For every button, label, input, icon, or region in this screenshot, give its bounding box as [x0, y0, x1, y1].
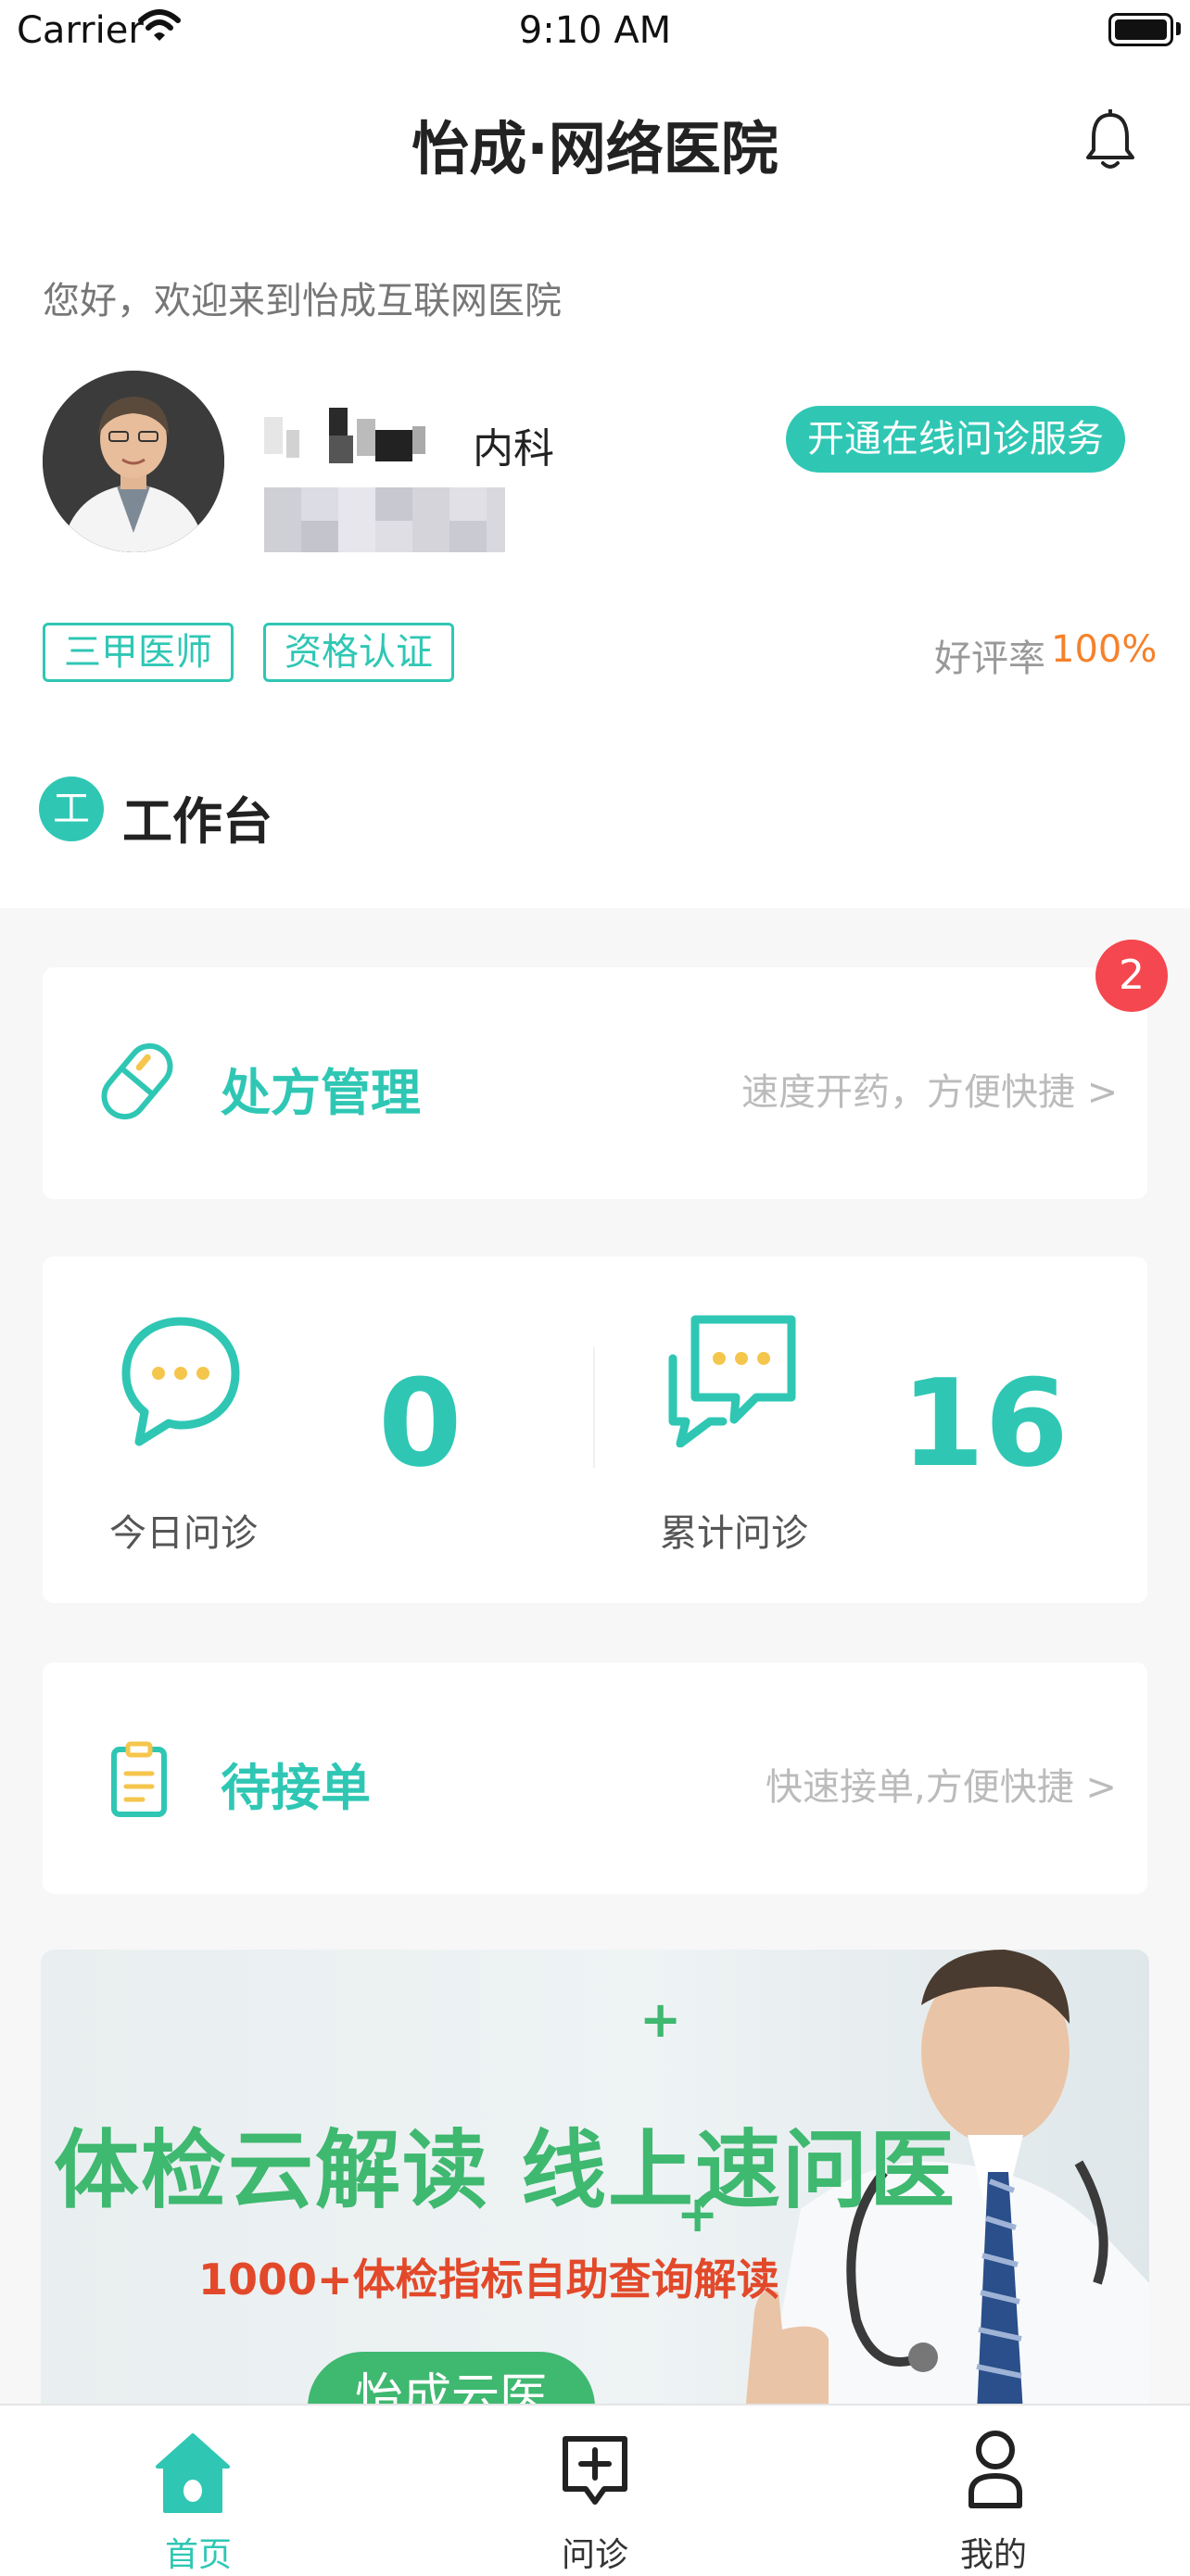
profile-icon[interactable]	[964, 2428, 1027, 2513]
workspace-title: 工作台	[122, 792, 272, 851]
open-online-consult-button[interactable]: 开通在线问诊服务	[786, 406, 1125, 473]
tag-qualification[interactable]: 资格认证	[263, 623, 454, 682]
banner-plus-icon: +	[639, 1990, 682, 2049]
total-consult-label: 累计问诊	[660, 1512, 808, 1555]
banner-subtitle: 1000+体检指标自助查询解读	[198, 2254, 779, 2305]
prescription-title: 处方管理	[221, 1064, 421, 1122]
rating-value: 100%	[1051, 628, 1158, 671]
tab-home[interactable]: 首页	[165, 2528, 232, 2576]
status-time: 9:10 AM	[518, 9, 672, 52]
tag-grade-a-doctor: 三甲医师	[43, 623, 234, 682]
rating-label: 好评率	[934, 638, 1045, 680]
today-consult-label: 今日问诊	[109, 1512, 258, 1555]
today-consult-count: 0	[378, 1353, 462, 1494]
battery-icon	[1108, 13, 1173, 46]
pill-icon	[100, 1038, 174, 1129]
clipboard-icon	[109, 1740, 169, 1822]
bell-icon[interactable]	[1084, 107, 1136, 174]
welcome-text: 您好，欢迎来到怡成互联网医院	[43, 280, 562, 322]
workspace-icon: 工	[39, 777, 104, 841]
doctor-avatar[interactable]	[43, 371, 224, 552]
consult-icon[interactable]	[560, 2433, 630, 2511]
tab-consult[interactable]: 问诊	[562, 2528, 628, 2576]
prescription-subtitle[interactable]: 速度开药，方便快捷 >	[741, 1062, 1118, 1116]
battery-nub	[1176, 22, 1181, 35]
multi-chat-icon	[667, 1312, 799, 1451]
hospital-name-redacted	[264, 487, 505, 554]
home-icon[interactable]	[156, 2433, 230, 2517]
total-consult-count: 16	[901, 1353, 1069, 1494]
page-title: 怡成·网络医院	[411, 115, 779, 183]
pending-orders-subtitle[interactable]: 快速接单,方便快捷 >	[766, 1757, 1117, 1811]
prescription-badge: 2	[1095, 940, 1168, 1012]
banner-title: 体检云解读 线上速问医	[54, 2121, 957, 2220]
doctor-name-redacted	[264, 408, 427, 469]
pending-orders-title: 待接单	[221, 1759, 371, 1817]
stats-divider	[593, 1347, 595, 1468]
chat-bubble-icon	[119, 1314, 243, 1453]
doctor-department: 内科	[473, 425, 554, 473]
tab-profile[interactable]: 我的	[960, 2528, 1027, 2576]
